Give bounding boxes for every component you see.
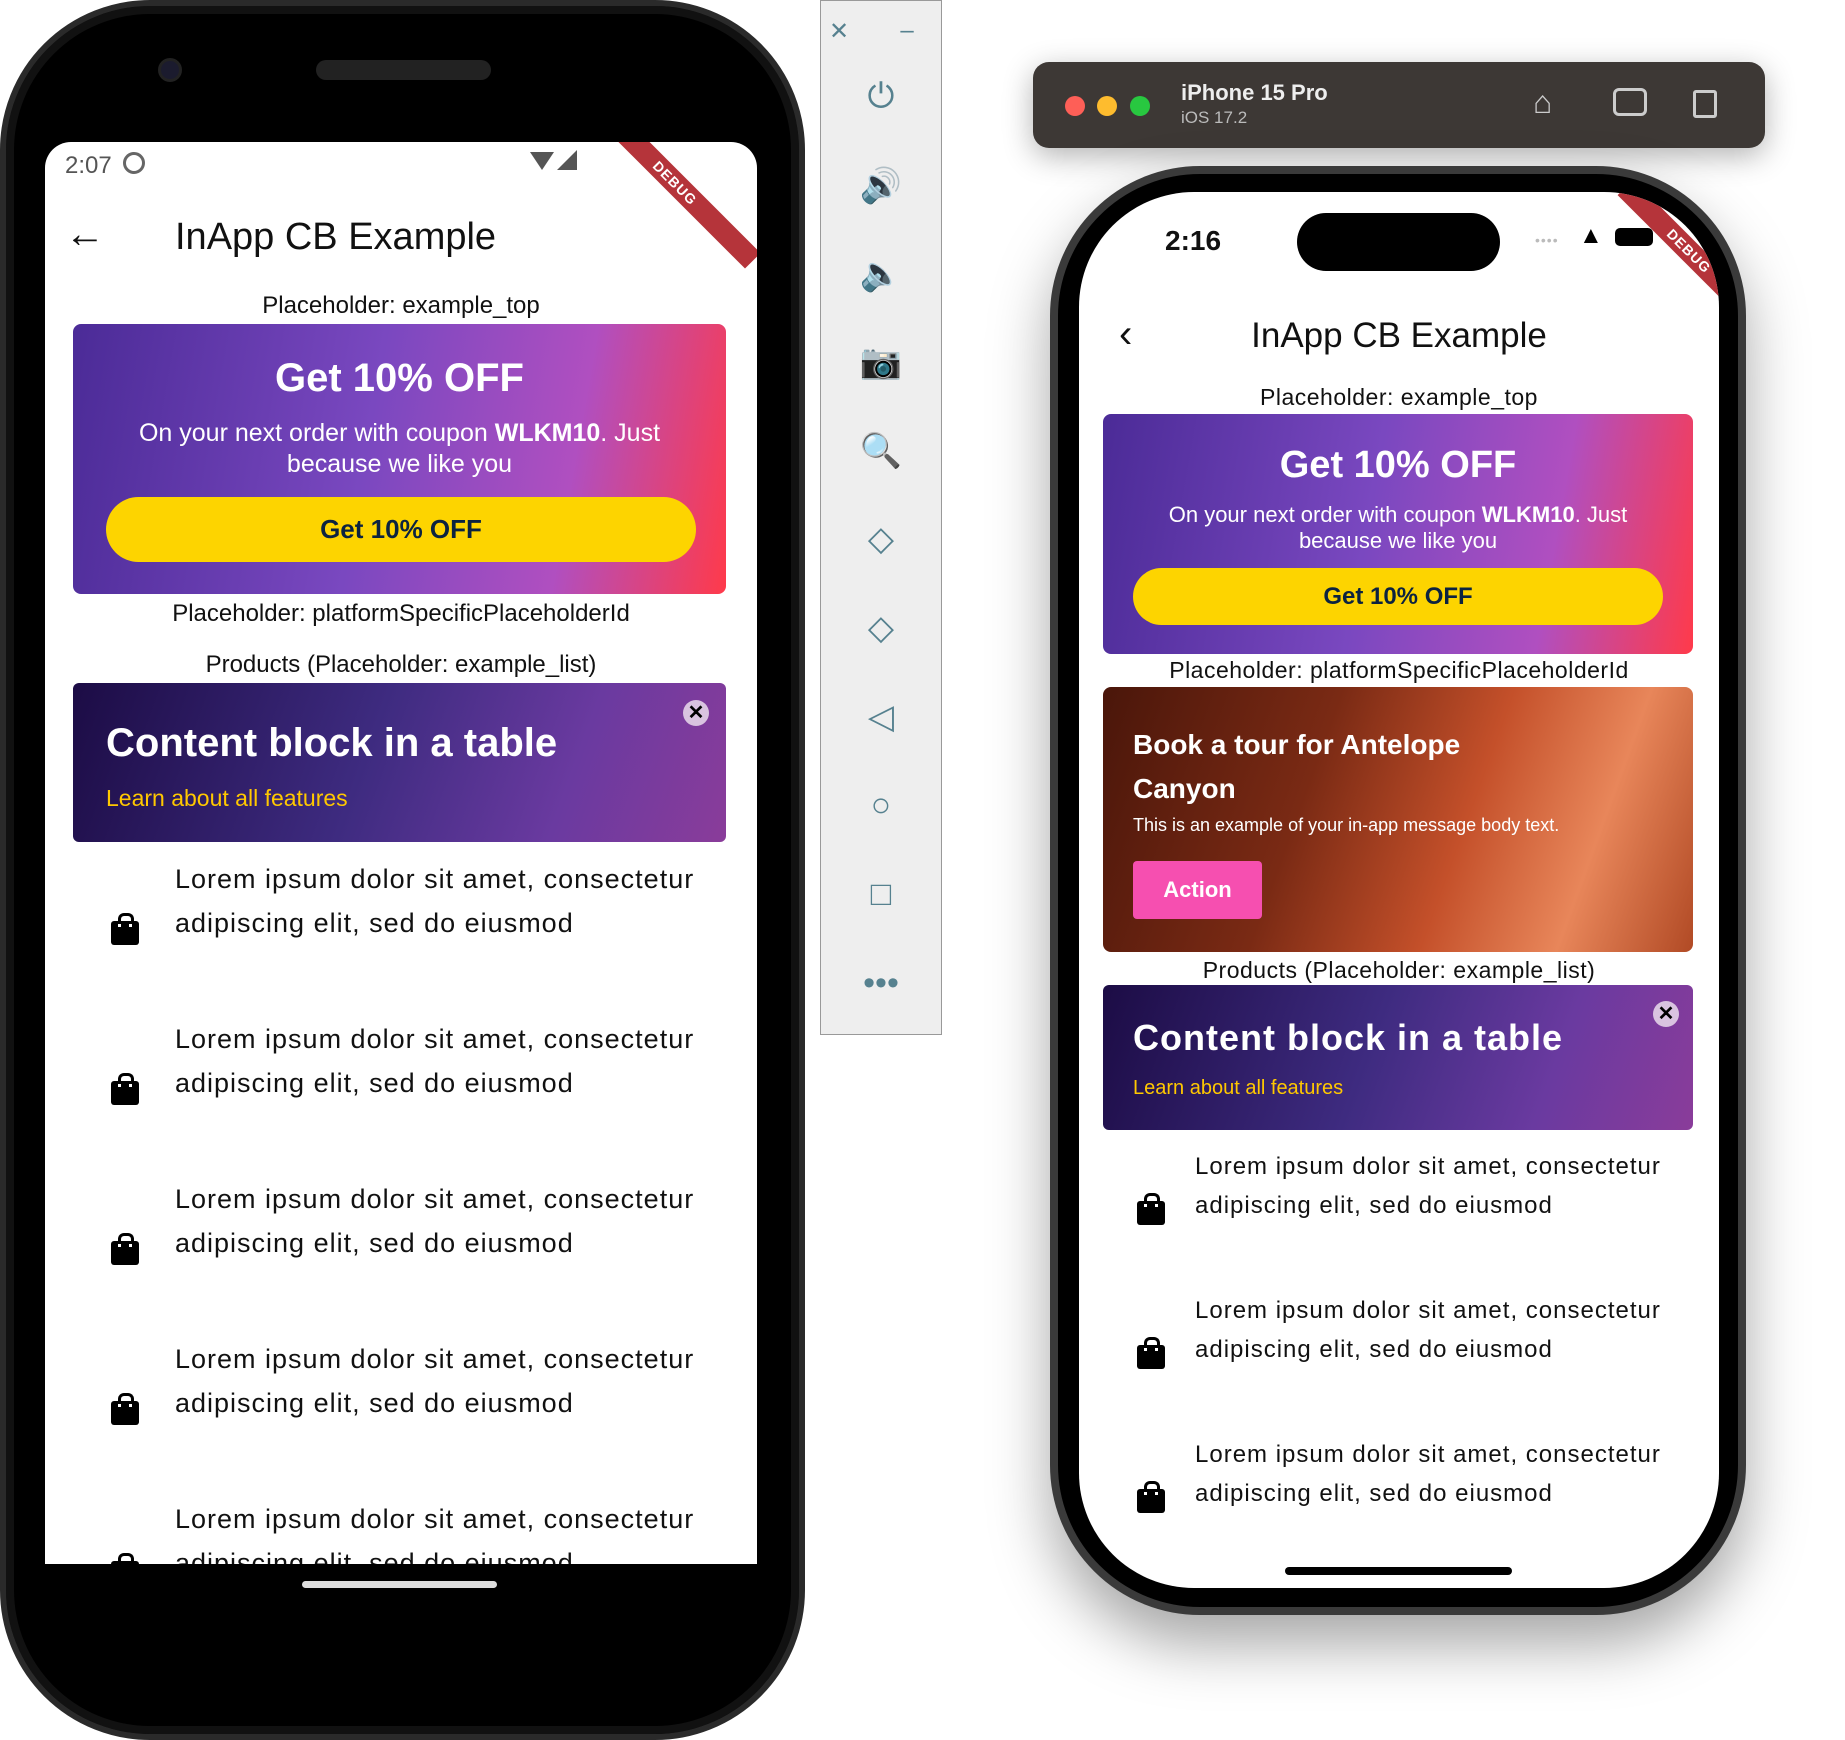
placeholder-top-label: Placeholder: example_top (262, 292, 540, 319)
placeholder-top-label: Placeholder: example_top (1260, 384, 1538, 410)
promo-button[interactable]: Get 10% OFF (1133, 568, 1663, 625)
status-time: 2:07 (65, 152, 112, 179)
placeholder-platform-label: Placeholder: platformSpecificPlaceholder… (172, 600, 630, 627)
close-icon[interactable]: ✕ (1653, 1001, 1679, 1027)
back-arrow-icon[interactable]: ← (65, 212, 105, 257)
zoom-window-button[interactable] (1130, 96, 1150, 116)
volume-down-icon[interactable]: 🔈 (821, 249, 941, 299)
close-window-button[interactable] (1065, 96, 1085, 116)
shopping-bag-icon (1137, 1337, 1165, 1369)
minimize-window-button[interactable] (1097, 96, 1117, 116)
rotate-right-icon[interactable]: ◇ (821, 603, 941, 653)
promo-body: On your next order with coupon WLKM10. J… (138, 419, 661, 478)
content-block-title: Content block in a table (1133, 1017, 1564, 1058)
simulator-titlebar: iPhone 15 Pro iOS 17.2 ⌂ (1033, 62, 1765, 148)
list-item[interactable]: Lorem ipsum dolor sit amet, consectetur … (45, 1177, 757, 1337)
earpiece-speaker (316, 60, 491, 80)
shopping-bag-icon (111, 913, 139, 945)
list-item[interactable]: Lorem ipsum dolor sit amet, consectetur … (45, 1017, 757, 1177)
products-label: Products (Placeholder: example_list) (1202, 957, 1596, 983)
screenshot-icon[interactable] (1613, 88, 1647, 116)
action-button[interactable]: Action (1133, 861, 1262, 919)
page-title: InApp CB Example (1251, 316, 1547, 355)
overview-icon[interactable]: □ (821, 869, 941, 919)
promo-body: On your next order with coupon WLKM10. J… (1168, 502, 1628, 553)
promo-button[interactable]: Get 10% OFF (106, 497, 696, 562)
promo-title: Get 10% OFF (1279, 444, 1517, 486)
wifi-icon: ▲ (1579, 222, 1603, 249)
placeholder-platform-label: Placeholder: platformSpecificPlaceholder… (1169, 657, 1629, 683)
list-item[interactable]: Lorem ipsum dolor sit amet, consectetur … (45, 1497, 757, 1564)
zoom-icon[interactable]: 🔍 (821, 426, 941, 476)
shopping-bag-icon (111, 1553, 139, 1564)
list-item-text: Lorem ipsum dolor sit amet, consectetur … (1195, 1441, 1661, 1507)
android-screen: 2:07 DEBUG ← InApp CB Example Placeholde… (45, 142, 757, 1564)
list-item-text: Lorem ipsum dolor sit amet, consectetur … (175, 1504, 695, 1564)
content-block-link[interactable]: Learn about all features (1133, 1077, 1343, 1100)
device-name: iPhone 15 Pro (1181, 80, 1328, 105)
more-icon[interactable]: ••• (821, 958, 941, 1008)
ios-screen: 2:16 •••• ▲ DEBUG ‹ InApp CB Example Pla… (1079, 192, 1719, 1588)
emulator-toolbar: ✕ – ⏻ 🔊 🔈 📷 🔍 ◇ ◇ ◁ ○ □ ••• (820, 0, 942, 1035)
dynamic-island (1297, 213, 1500, 271)
product-list[interactable]: Lorem ipsum dolor sit amet, consectetur … (1079, 1147, 1719, 1530)
os-version: iOS 17.2 (1181, 108, 1248, 127)
antelope-canyon-block[interactable]: Book a tour for Antelope Canyon This is … (1103, 687, 1693, 952)
status-time: 2:16 (1165, 225, 1222, 256)
back-icon[interactable]: ◁ (821, 692, 941, 742)
power-icon[interactable]: ⏻ (821, 71, 941, 121)
promo-title: Get 10% OFF (275, 356, 524, 400)
list-item-text: Lorem ipsum dolor sit amet, consectetur … (175, 1184, 695, 1258)
list-item[interactable]: Lorem ipsum dolor sit amet, consectetur … (1079, 1147, 1719, 1291)
content-block[interactable]: Content block in a table Learn about all… (73, 683, 726, 842)
home-icon[interactable]: ⌂ (1533, 84, 1552, 121)
notification-icon (123, 152, 145, 174)
battery-icon (1615, 228, 1653, 246)
list-item[interactable]: Lorem ipsum dolor sit amet, consectetur … (45, 1337, 757, 1497)
shopping-bag-icon (1137, 1481, 1165, 1513)
list-item-text: Lorem ipsum dolor sit amet, consectetur … (175, 1344, 695, 1418)
front-camera (158, 58, 182, 82)
minimize-icon[interactable]: – (867, 6, 947, 56)
shopping-bag-icon (111, 1073, 139, 1105)
home-indicator[interactable] (1285, 1567, 1512, 1575)
rotate-icon[interactable] (1693, 90, 1717, 118)
promo-banner[interactable]: Get 10% OFF On your next order with coup… (1103, 414, 1693, 654)
shopping-bag-icon (111, 1233, 139, 1265)
promo-banner[interactable]: Get 10% OFF On your next order with coup… (73, 324, 726, 594)
debug-banner: DEBUG (589, 142, 757, 269)
products-label: Products (Placeholder: example_list) (205, 651, 597, 678)
home-gesture-bar[interactable] (302, 1581, 497, 1588)
shopping-bag-icon (111, 1393, 139, 1425)
wifi-icon (530, 152, 554, 170)
content-block[interactable]: Content block in a table Learn about all… (1103, 985, 1693, 1130)
rotate-left-icon[interactable]: ◇ (821, 514, 941, 564)
list-item-text: Lorem ipsum dolor sit amet, consectetur … (1195, 1153, 1661, 1219)
list-item[interactable]: Lorem ipsum dolor sit amet, consectetur … (1079, 1291, 1719, 1435)
list-item[interactable]: Lorem ipsum dolor sit amet, consectetur … (45, 857, 757, 1017)
shopping-bag-icon (1137, 1193, 1165, 1225)
content-block-title: Content block in a table (106, 721, 558, 765)
home-icon[interactable]: ○ (821, 780, 941, 830)
canyon-title: Book a tour for Antelope Canyon (1133, 729, 1461, 804)
close-icon[interactable]: ✕ (683, 700, 709, 726)
list-item-text: Lorem ipsum dolor sit amet, consectetur … (175, 1024, 695, 1098)
page-title: InApp CB Example (175, 216, 497, 258)
signal-icon (557, 150, 577, 170)
camera-icon[interactable]: 📷 (821, 337, 941, 387)
list-item[interactable]: Lorem ipsum dolor sit amet, consectetur … (1079, 1435, 1719, 1530)
content-block-link[interactable]: Learn about all features (106, 785, 348, 812)
signal-icon: •••• (1535, 232, 1559, 248)
list-item-text: Lorem ipsum dolor sit amet, consectetur … (1195, 1297, 1661, 1363)
volume-up-icon[interactable]: 🔊 (821, 161, 941, 211)
canyon-body: This is an example of your in-app messag… (1133, 815, 1560, 835)
list-item-text: Lorem ipsum dolor sit amet, consectetur … (175, 864, 695, 938)
